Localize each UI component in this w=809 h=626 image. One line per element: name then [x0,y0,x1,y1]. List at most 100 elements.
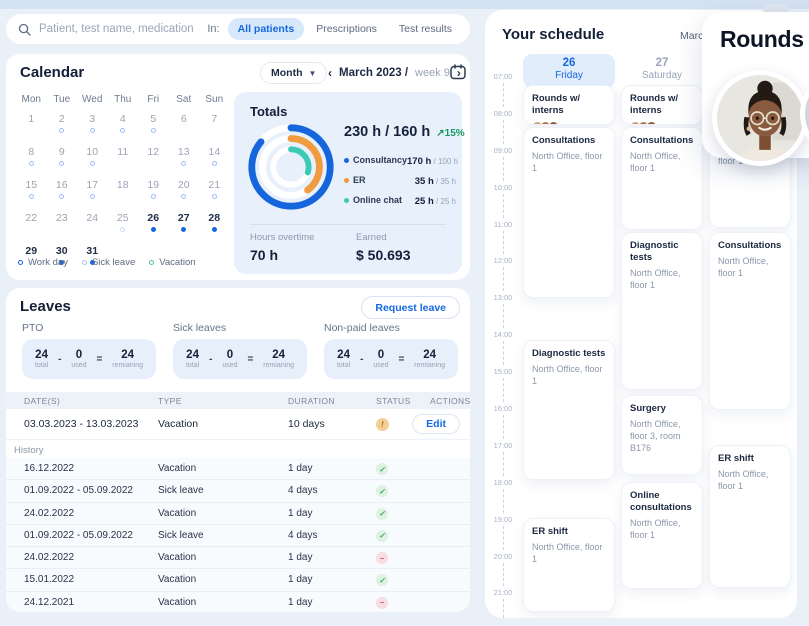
hour-dash-line [503,194,504,218]
calendar-day-26[interactable]: 26 [138,212,169,245]
calendar-day-16[interactable]: 16 [47,179,78,212]
ring-day-dot [151,128,156,133]
event-online-consultations[interactable]: Online consultationsNorth Office, floor … [621,482,703,589]
event-rounds-w-interns[interactable]: Rounds w/ interns [523,85,615,125]
hour-dash-line [503,83,504,107]
view-selector[interactable]: Month ▼ [260,62,327,84]
leaves-title: Leaves [20,298,71,315]
event-location: North Office, floor 1 [532,363,606,387]
event-title: Diagnostic tests [630,240,694,264]
calendar-day-14[interactable]: 14 [199,146,230,179]
calendar-day-10[interactable]: 10 [77,146,108,179]
leaves-card: Leaves Request leave PTO24total-0used=24… [6,288,470,612]
calendar-day-24[interactable]: 24 [77,212,108,245]
series-values: 170 h / 100 h [407,151,458,169]
calendar-day-4[interactable]: 4 [108,113,139,146]
history-row: 24.02.2022Vacation1 day✓ [6,503,470,525]
search-input[interactable] [39,23,207,35]
calendar-day-1[interactable]: 1 [16,113,47,146]
series-dot-icon [344,158,349,163]
calendar-day-12[interactable]: 12 [138,146,169,179]
row-dates: 15.01.2022 [24,574,74,585]
calendar-day-19[interactable]: 19 [138,179,169,212]
count-sublabel: used [373,362,388,369]
row-duration: 1 day [288,597,312,608]
calendar-week-row: 15161718192021 [16,179,230,212]
day-header-friday[interactable]: 26Friday [523,54,615,88]
day-number: 29 [16,245,47,257]
calendar-day-3[interactable]: 3 [77,113,108,146]
calendar-day-9[interactable]: 9 [47,146,78,179]
calendar-empty-cell [199,245,230,278]
edit-button[interactable]: Edit [412,414,460,434]
hour-dash-line [503,563,504,587]
calendar-day-23[interactable]: 23 [47,212,78,245]
day-header: Wed [77,90,108,113]
event-location: North Office, floor 1 [718,255,782,279]
series-hours: 170 h [407,156,431,167]
hour-dash-line [503,267,504,291]
calendar-day-6[interactable]: 6 [169,113,200,146]
calendar-day-20[interactable]: 20 [169,179,200,212]
calendar-day-5[interactable]: 5 [138,113,169,146]
day-number: 26 [523,57,615,69]
calendar-day-28[interactable]: 28 [199,212,230,245]
row-dates: 24.02.2022 [24,552,74,563]
calendar-day-21[interactable]: 21 [199,179,230,212]
attendee-avatar [548,121,559,125]
count-sublabel: used [222,362,237,369]
ring-day-dot [181,194,186,199]
event-er-shift[interactable]: ER shiftNorth Office, floor 1 [523,518,615,612]
tab-test-results[interactable]: Test results [389,18,462,40]
row-dates: 24.02.2022 [24,508,74,519]
event-consultations[interactable]: ConsultationsNorth Office, floor 1 [709,232,791,410]
tab-all-patients[interactable]: All patients [228,18,305,40]
calendar-day-2[interactable]: 2 [47,113,78,146]
calendar-day-18[interactable]: 18 [108,179,139,212]
row-dates: 16.12.2022 [24,463,74,474]
day-number: 23 [47,212,78,224]
prev-period-icon[interactable]: ‹ [328,66,332,80]
calendar-day-27[interactable]: 27 [169,212,200,245]
approved-icon: ✓ [376,574,388,586]
count-value: 24 [337,349,350,361]
event-diagnostic-tests[interactable]: Diagnostic testsNorth Office, floor 1 [523,340,615,480]
hour-block: 07:00 [488,72,518,109]
column-header-status: STATUS [376,396,411,406]
calendar-day-17[interactable]: 17 [77,179,108,212]
ring-day-dot [90,128,95,133]
totals-legend-row: Online chat25 h / 25 h [344,190,456,210]
calendar-picker-icon[interactable] [449,63,467,81]
tab-prescriptions[interactable]: Prescriptions [306,18,387,40]
event-title: Surgery [630,403,694,415]
overtime-value: 70 h [250,247,314,263]
event-er-shift[interactable]: ER shiftNorth Office, floor 1 [709,445,791,588]
calendar-day-13[interactable]: 13 [169,146,200,179]
calendar-day-11[interactable]: 11 [108,146,139,179]
period-week-label: week 9 [415,67,450,79]
event-consultations[interactable]: ConsultationsNorth Office, floor 1 [523,127,615,298]
hour-block: 09:00 [488,146,518,183]
totals-panel: Totals 230 h / 160 h ↗15% Consultancy170… [234,92,462,274]
calendar-day-7[interactable]: 7 [199,113,230,146]
day-header-saturday[interactable]: 27Saturday [621,54,703,88]
calendar-day-25[interactable]: 25 [108,212,139,245]
event-diagnostic-tests[interactable]: Diagnostic testsNorth Office, floor 1 [621,232,703,390]
column-header-actions: ACTIONS [430,396,470,406]
event-avatars [630,121,694,125]
calendar-day-15[interactable]: 15 [16,179,47,212]
calendar-day-22[interactable]: 22 [16,212,47,245]
calendar-day-8[interactable]: 8 [16,146,47,179]
series-values: 35 h / 35 h [415,171,456,189]
totals-donut-chart [242,118,340,216]
event-surgery[interactable]: SurgeryNorth Office, floor 3, room B176 [621,395,703,475]
day-name: Saturday [621,70,703,81]
day-header: Sun [199,90,230,113]
day-number: 9 [47,146,78,158]
day-number: 3 [77,113,108,125]
event-rounds-w-interns[interactable]: Rounds w/ interns [621,85,703,125]
request-leave-button[interactable]: Request leave [361,296,460,319]
history-label: History [14,445,44,456]
search-tabs: All patientsPrescriptionsTest results [228,18,462,40]
event-consultations[interactable]: ConsultationsNorth Office, floor 1 [621,127,703,230]
